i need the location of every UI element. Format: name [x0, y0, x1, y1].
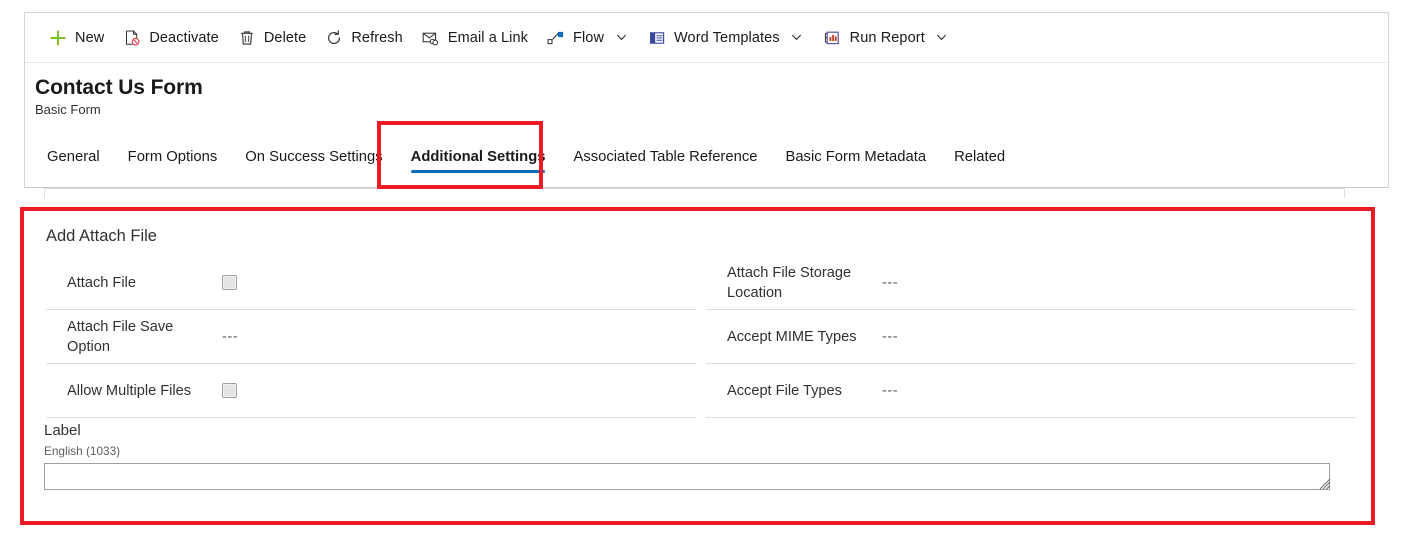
- new-button[interactable]: New: [39, 18, 113, 58]
- new-button-label: New: [75, 29, 105, 46]
- email-link-icon: [421, 28, 441, 48]
- tab-selected-underline: [410, 170, 546, 173]
- tab-related[interactable]: Related: [940, 139, 1019, 187]
- tab-on-success-settings-label: On Success Settings: [245, 149, 383, 165]
- field-attach-file-save-option-label: Attach File Save Option: [67, 318, 174, 355]
- tab-basic-form-metadata[interactable]: Basic Form Metadata: [771, 139, 940, 187]
- tab-general-label: General: [47, 149, 100, 165]
- word-templates-button[interactable]: Word Templates: [638, 18, 814, 58]
- word-template-icon: [647, 28, 667, 48]
- chevron-down-icon[interactable]: [613, 30, 629, 46]
- field-allow-multiple-files-label: Allow Multiple Files: [67, 382, 192, 399]
- field-attach-file-save-option[interactable]: Attach File Save Option ---: [46, 310, 696, 364]
- label-input[interactable]: [44, 463, 1330, 490]
- delete-button-label: Delete: [263, 29, 307, 46]
- field-attach-file-label: Attach File: [67, 274, 136, 291]
- field-accept-mime-types[interactable]: Accept MIME Types ---: [706, 310, 1356, 364]
- tab-additional-settings-label: Additional Settings: [410, 149, 546, 165]
- label-field-language: English (1033): [44, 444, 121, 458]
- flow-button[interactable]: Flow: [537, 18, 638, 58]
- right-column: Attach File Storage Location --- Accept …: [706, 256, 1356, 418]
- attach-file-checkbox[interactable]: [222, 275, 237, 290]
- run-report-button-label: Run Report: [849, 29, 925, 46]
- field-allow-multiple-files-value: [222, 381, 237, 401]
- tab-basic-form-metadata-label: Basic Form Metadata: [785, 149, 927, 165]
- field-allow-multiple-files[interactable]: Allow Multiple Files: [46, 364, 696, 418]
- allow-multiple-files-checkbox[interactable]: [222, 383, 237, 398]
- record-entity-name: Basic Form: [35, 102, 101, 117]
- page-title: Contact Us Form: [35, 76, 203, 99]
- field-attach-file-value: [222, 273, 237, 293]
- field-attach-file[interactable]: Attach File: [46, 256, 696, 310]
- tab-on-success-settings[interactable]: On Success Settings: [231, 139, 396, 187]
- deactivate-icon: [122, 28, 142, 48]
- deactivate-button-label: Deactivate: [149, 29, 219, 46]
- field-attach-file-storage-location[interactable]: Attach File Storage Location ---: [706, 256, 1356, 310]
- left-column: Attach File Attach File Save Option --- …: [46, 256, 696, 418]
- run-report-button[interactable]: Run Report: [814, 18, 959, 58]
- screen-root: New Deactivate Delete Refresh Email a Li…: [0, 0, 1411, 544]
- chevron-down-icon[interactable]: [934, 30, 950, 46]
- run-report-icon: [823, 28, 843, 48]
- record-header: Contact Us Form Basic Form: [35, 75, 203, 118]
- tab-associated-table-reference[interactable]: Associated Table Reference: [559, 139, 771, 187]
- command-bar: New Deactivate Delete Refresh Email a Li…: [25, 13, 1388, 63]
- tab-additional-settings[interactable]: Additional Settings: [397, 139, 560, 187]
- refresh-button-label: Refresh: [351, 29, 403, 46]
- tab-form-options[interactable]: Form Options: [114, 139, 232, 187]
- clipped-field-row: [44, 188, 1345, 198]
- tab-form-options-label: Form Options: [127, 149, 218, 165]
- section-title: Add Attach File: [46, 227, 157, 245]
- field-accept-file-types-value[interactable]: ---: [882, 381, 898, 401]
- field-accept-file-types[interactable]: Accept File Types ---: [706, 364, 1356, 418]
- app-frame: New Deactivate Delete Refresh Email a Li…: [24, 12, 1389, 188]
- email-a-link-button[interactable]: Email a Link: [412, 18, 537, 58]
- chevron-down-icon[interactable]: [789, 30, 805, 46]
- trash-icon: [237, 28, 257, 48]
- flow-icon: [546, 28, 566, 48]
- add-attach-file-section: Add Attach File Attach File Attach File …: [24, 211, 1371, 521]
- field-accept-mime-types-label: Accept MIME Types: [727, 328, 857, 345]
- label-field-title: Label: [44, 422, 81, 439]
- field-accept-mime-types-value[interactable]: ---: [882, 327, 898, 347]
- flow-button-label: Flow: [573, 29, 605, 46]
- email-a-link-button-label: Email a Link: [447, 29, 529, 46]
- tab-general[interactable]: General: [33, 139, 114, 187]
- word-templates-button-label: Word Templates: [674, 29, 780, 46]
- tab-bar: General Form Options On Success Settings…: [33, 139, 1019, 188]
- label-field-block: Label English (1033): [44, 421, 1354, 490]
- field-accept-file-types-label: Accept File Types: [727, 382, 842, 399]
- deactivate-button[interactable]: Deactivate: [113, 18, 228, 58]
- field-attach-file-save-option-value[interactable]: ---: [222, 327, 238, 347]
- delete-button[interactable]: Delete: [228, 18, 316, 58]
- tab-associated-table-reference-label: Associated Table Reference: [573, 149, 758, 165]
- plus-icon: [48, 28, 68, 48]
- field-attach-file-storage-location-label: Attach File Storage Location: [727, 264, 852, 301]
- refresh-icon: [324, 28, 344, 48]
- field-attach-file-storage-location-value[interactable]: ---: [882, 273, 898, 293]
- tab-related-label: Related: [954, 149, 1006, 165]
- refresh-button[interactable]: Refresh: [315, 18, 411, 58]
- field-columns: Attach File Attach File Save Option --- …: [46, 256, 1357, 418]
